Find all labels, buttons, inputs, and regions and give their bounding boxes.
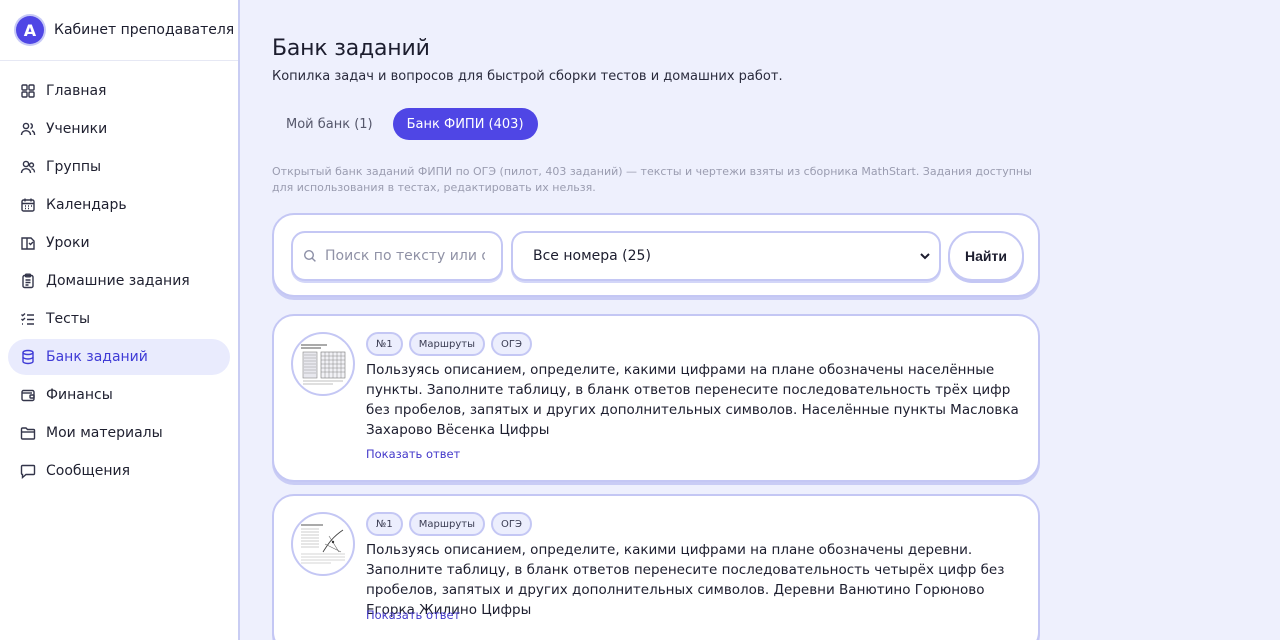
task-topic-badge: Маршруты: [408, 512, 486, 536]
search-icon: [303, 249, 316, 262]
find-button[interactable]: Найти: [948, 231, 1024, 281]
sidebar-item-students[interactable]: Ученики: [8, 111, 230, 147]
bank-tabs: Мой банк (1) Банк ФИПИ (403): [272, 108, 538, 140]
task-thumbnail[interactable]: [291, 512, 355, 576]
sidebar-item-tests[interactable]: Тесты: [8, 301, 230, 337]
checklist-icon: [20, 311, 36, 327]
users-icon: [20, 159, 36, 175]
show-answer-link[interactable]: Показать ответ: [366, 608, 460, 622]
task-tags: №1 Маршруты ОГЭ: [366, 332, 532, 356]
sidebar-item-task-bank[interactable]: Банк заданий: [8, 339, 230, 375]
page-subtitle: Копилка задач и вопросов для быстрой сбо…: [272, 69, 783, 84]
brand-title: Кабинет преподавателя: [54, 22, 235, 38]
sidebar-item-finance[interactable]: Финансы: [8, 377, 230, 413]
task-exam-badge: ОГЭ: [491, 512, 532, 536]
task-drawing-image: [299, 342, 347, 386]
sidebar-item-label: Группы: [46, 159, 102, 175]
sidebar-item-label: Тесты: [46, 311, 91, 327]
user-icon: [20, 121, 36, 137]
sidebar-item-homework[interactable]: Домашние задания: [8, 263, 230, 299]
sidebar-nav: Главная Ученики Группы Календарь Уроки Д…: [0, 61, 238, 489]
sidebar: A Кабинет преподавателя Главная Ученики …: [0, 0, 240, 640]
task-drawing-image: [299, 522, 347, 566]
number-select[interactable]: Все номера (25): [511, 231, 941, 281]
page-title: Банк заданий: [272, 36, 430, 61]
task-card: №1 Маршруты ОГЭ Пользуясь описанием, опр…: [272, 494, 1040, 640]
task-topic-badge: Маршруты: [408, 332, 486, 356]
clipboard-icon: [20, 273, 36, 289]
sidebar-item-calendar[interactable]: Календарь: [8, 187, 230, 223]
task-number-badge: №1: [366, 332, 403, 356]
brand-logo: A: [16, 16, 44, 44]
task-text: Пользуясь описанием, определите, какими …: [366, 542, 1005, 618]
search-panel: Все номера (25) Найти: [272, 213, 1040, 297]
grid-icon: [20, 83, 36, 99]
task-card: №1 Маршруты ОГЭ Пользуясь описанием, опр…: [272, 314, 1040, 482]
task-number-badge: №1: [366, 512, 403, 536]
sidebar-item-materials[interactable]: Мои материалы: [8, 415, 230, 451]
book-icon: [20, 235, 36, 251]
sidebar-item-groups[interactable]: Группы: [8, 149, 230, 185]
sidebar-item-lessons[interactable]: Уроки: [8, 225, 230, 261]
sidebar-item-label: Главная: [46, 83, 107, 99]
sidebar-item-label: Ученики: [46, 121, 108, 137]
sidebar-item-label: Финансы: [46, 387, 113, 403]
brand[interactable]: A Кабинет преподавателя: [0, 0, 238, 61]
search-input[interactable]: [325, 248, 485, 264]
wallet-icon: [20, 387, 36, 403]
task-exam-badge: ОГЭ: [491, 332, 532, 356]
calendar-icon: [20, 197, 36, 213]
tab-my-bank[interactable]: Мой банк (1): [272, 108, 387, 140]
show-answer-link[interactable]: Показать ответ: [366, 447, 460, 461]
task-text: Пользуясь описанием, определите, какими …: [366, 362, 1019, 438]
bank-description: Открытый банк заданий ФИПИ по ОГЭ (пилот…: [272, 165, 1032, 194]
sidebar-item-home[interactable]: Главная: [8, 73, 230, 109]
sidebar-item-label: Мои материалы: [46, 425, 163, 441]
sidebar-item-label: Домашние задания: [46, 273, 190, 289]
task-tags: №1 Маршруты ОГЭ: [366, 512, 532, 536]
folder-icon: [20, 425, 36, 441]
tab-fipi-bank[interactable]: Банк ФИПИ (403): [392, 108, 538, 140]
database-icon: [20, 349, 36, 365]
sidebar-item-label: Уроки: [46, 235, 90, 251]
sidebar-item-messages[interactable]: Сообщения: [8, 453, 230, 489]
task-thumbnail[interactable]: [291, 332, 355, 396]
number-select-value: Все номера (25): [533, 248, 651, 264]
sidebar-item-label: Банк заданий: [46, 349, 148, 365]
sidebar-item-label: Сообщения: [46, 463, 131, 479]
sidebar-item-label: Календарь: [46, 197, 127, 213]
message-icon: [20, 463, 36, 479]
chevron-down-icon: [920, 253, 930, 260]
search-field[interactable]: [291, 231, 503, 281]
